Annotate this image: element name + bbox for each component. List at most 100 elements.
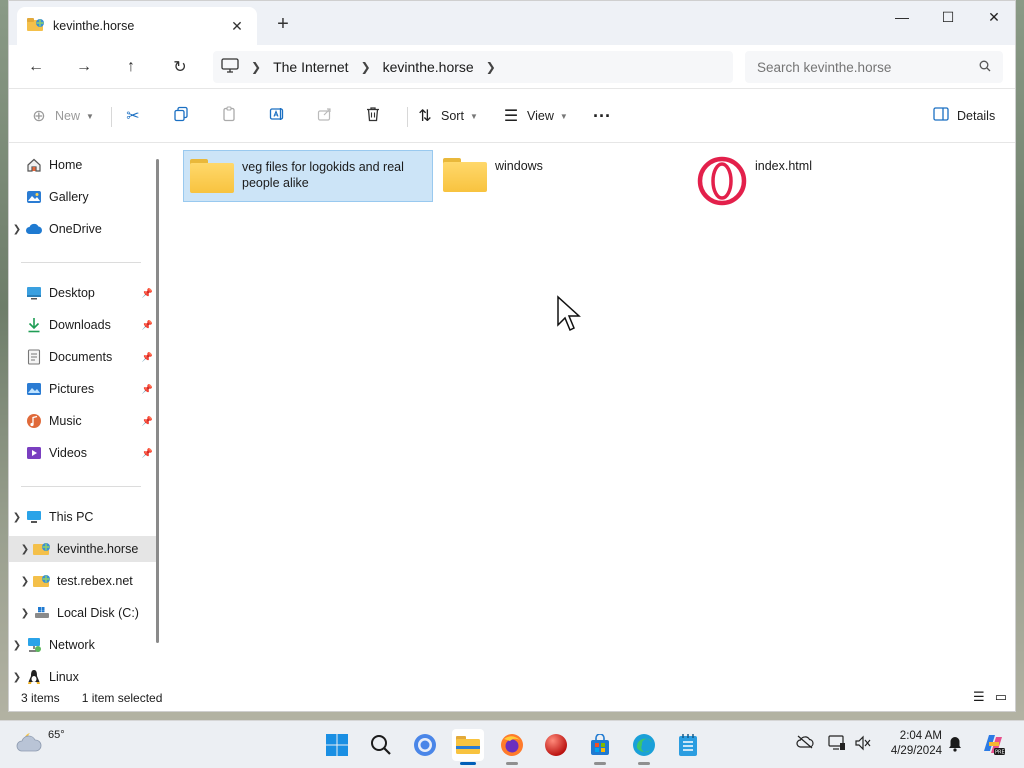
chevron-right-icon[interactable]: ❯ [247,60,265,74]
bell-icon[interactable] [948,736,962,755]
pin-icon[interactable]: 📌 [142,384,153,395]
volume-muted-icon[interactable] [854,735,872,754]
search-input[interactable] [757,59,979,75]
chevron-down-icon[interactable]: ❯ [9,512,25,523]
close-button[interactable]: ✕ [971,3,1015,31]
sidebar-item-onedrive[interactable]: ❯ OneDrive [9,216,157,242]
file-list[interactable]: veg files for logokids and real people a… [164,144,1015,684]
store-bag-icon [591,734,609,755]
breadcrumb-kevinthe-horse[interactable]: kevinthe.horse [383,59,474,75]
search-button[interactable] [365,729,397,761]
new-button[interactable]: ⊕ New ▼ [29,102,94,130]
scissors-icon: ✂ [126,108,140,125]
paste-button[interactable] [219,102,239,130]
rename-button[interactable] [267,102,287,130]
chevron-right-icon[interactable]: ❯ [357,60,375,74]
refresh-button[interactable]: ↻ [165,53,195,81]
item-count: 3 items [21,691,60,705]
firefox-taskbar-button[interactable] [496,729,528,765]
tiles-view-icon[interactable]: ▭ [995,689,1007,705]
file-name: windows [495,159,543,173]
weather-widget[interactable]: 65° [16,729,65,753]
file-name: index.html [755,159,812,173]
sidebar-item-gallery[interactable]: Gallery [9,184,157,210]
back-button[interactable]: ← [21,53,51,81]
sidebar-item-local-disk[interactable]: ❯ Local Disk (C:) [9,600,157,626]
breadcrumb[interactable]: ❯ The Internet ❯ kevinthe.horse ❯ [213,51,733,83]
sidebar-item-home[interactable]: Home [9,152,157,178]
chevron-right-icon[interactable]: ❯ [17,608,33,619]
notepad-taskbar-button[interactable] [672,729,704,761]
copilot-icon[interactable]: PRE [980,731,1006,760]
chevron-right-icon[interactable]: ❯ [9,224,25,235]
sidebar-item-this-pc[interactable]: ❯ This PC [9,504,157,530]
minimize-button[interactable]: — [879,3,925,31]
chevron-right-icon[interactable]: ❯ [9,672,25,683]
sidebar-item-videos[interactable]: Videos 📌 [9,440,157,466]
chevron-right-icon[interactable]: ❯ [482,60,500,74]
red-ball-app-taskbar-button[interactable] [540,729,572,761]
cloud-offline-icon[interactable] [796,735,814,752]
firefox-icon [501,734,523,756]
pin-icon[interactable]: 📌 [142,320,153,331]
details-view-icon[interactable]: ☰ [973,689,985,705]
store-taskbar-button[interactable] [584,729,616,765]
display-network-icon[interactable] [828,735,846,754]
cloudy-night-icon [16,733,42,752]
new-tab-button[interactable]: + [271,13,295,35]
sidebar-item-pictures[interactable]: Pictures 📌 [9,376,157,402]
cloud-icon [25,221,43,237]
share-button[interactable] [315,102,335,130]
cut-button[interactable]: ✂ [123,102,143,130]
folder-icon [456,736,480,754]
sidebar-scrollbar[interactable] [156,159,159,643]
monitor-icon[interactable] [221,57,239,77]
chevron-right-icon[interactable]: ❯ [9,640,25,651]
forward-button[interactable]: → [69,53,99,81]
chrome-taskbar-button[interactable] [409,729,441,761]
folder-icon [190,159,234,193]
start-button[interactable] [321,729,353,761]
sidebar-item-music[interactable]: Music 📌 [9,408,157,434]
file-explorer-window: kevinthe.horse ✕ + — ☐ ✕ ← → ↑ ↻ ❯ The I… [8,0,1016,712]
maximize-button[interactable]: ☐ [925,3,971,31]
sidebar-item-kevinthe-horse[interactable]: ❯ kevinthe.horse [9,536,157,562]
search-box[interactable] [745,51,1003,83]
sidebar-item-test-rebex-net[interactable]: ❯ test.rebex.net [9,568,157,594]
view-button[interactable]: ☰ View ▼ [501,102,568,130]
clock[interactable]: 2:04 AM 4/29/2024 [884,729,942,759]
toolbar-divider [111,107,112,127]
chevron-right-icon[interactable]: ❯ [17,576,33,587]
pin-icon[interactable]: 📌 [142,352,153,363]
file-item-veg-files-folder[interactable]: veg files for logokids and real people a… [183,150,433,202]
windows-logo-icon [326,734,348,756]
tab-kevinthe-horse[interactable]: kevinthe.horse ✕ [17,7,257,45]
active-indicator [460,762,476,765]
tab-close-icon[interactable]: ✕ [227,18,247,35]
file-explorer-taskbar-button[interactable] [452,729,484,765]
pin-icon[interactable]: 📌 [142,448,153,459]
sidebar-item-network[interactable]: ❯ Network [9,632,157,658]
search-icon[interactable] [979,60,991,75]
network-folder-icon [33,573,51,589]
file-item-windows-folder[interactable]: windows [437,150,677,202]
sort-button[interactable]: ⇅ Sort ▼ [415,102,478,130]
details-button[interactable]: Details [931,102,995,130]
sidebar-item-downloads[interactable]: Downloads 📌 [9,312,157,338]
breadcrumb-the-internet[interactable]: The Internet [273,59,349,75]
sidebar-item-documents[interactable]: Documents 📌 [9,344,157,370]
sidebar-item-label: Home [49,158,83,172]
pin-icon[interactable]: 📌 [142,288,153,299]
chevron-right-icon[interactable]: ❯ [17,544,33,555]
copy-button[interactable] [171,102,191,130]
rename-icon [267,106,287,127]
up-button[interactable]: ↑ [116,53,146,81]
sidebar-item-desktop[interactable]: Desktop 📌 [9,280,157,306]
copy-icon [171,106,191,127]
file-item-index-html[interactable]: index.html [691,150,931,206]
sort-label: Sort [441,109,464,123]
delete-button[interactable] [363,102,383,130]
pin-icon[interactable]: 📌 [142,416,153,427]
edge-taskbar-button[interactable] [628,729,660,765]
more-options-button[interactable]: ··· [593,102,611,130]
